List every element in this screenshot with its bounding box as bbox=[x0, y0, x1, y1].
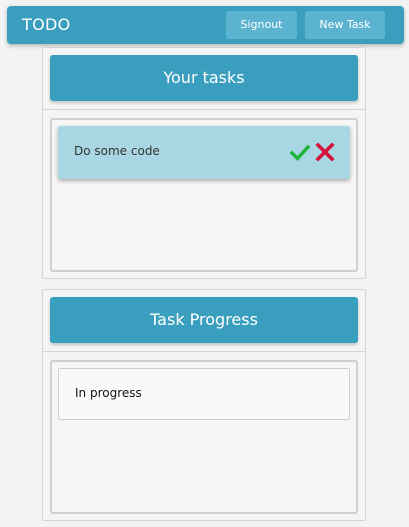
progress-item[interactable]: In progress bbox=[58, 368, 350, 420]
progress-list: In progress bbox=[50, 360, 358, 514]
progress-panel-divider bbox=[43, 351, 365, 352]
tasks-panel: Your tasks Do some code bbox=[42, 47, 366, 279]
tasks-panel-title: Your tasks bbox=[50, 55, 358, 101]
check-icon[interactable] bbox=[289, 140, 311, 164]
tasks-panel-divider bbox=[43, 109, 365, 110]
signout-button[interactable]: Signout bbox=[226, 11, 297, 39]
task-item[interactable]: Do some code bbox=[58, 126, 350, 179]
progress-panel-title: Task Progress bbox=[50, 297, 358, 343]
task-text: Do some code bbox=[74, 144, 160, 158]
top-navbar: TODO Signout New Task bbox=[7, 6, 404, 44]
progress-panel: Task Progress In progress bbox=[42, 289, 366, 521]
tasks-list: Do some code bbox=[50, 118, 358, 272]
cross-icon[interactable] bbox=[315, 140, 335, 164]
progress-text: In progress bbox=[75, 386, 142, 400]
new-task-button[interactable]: New Task bbox=[305, 11, 385, 39]
app-brand[interactable]: TODO bbox=[22, 15, 70, 34]
